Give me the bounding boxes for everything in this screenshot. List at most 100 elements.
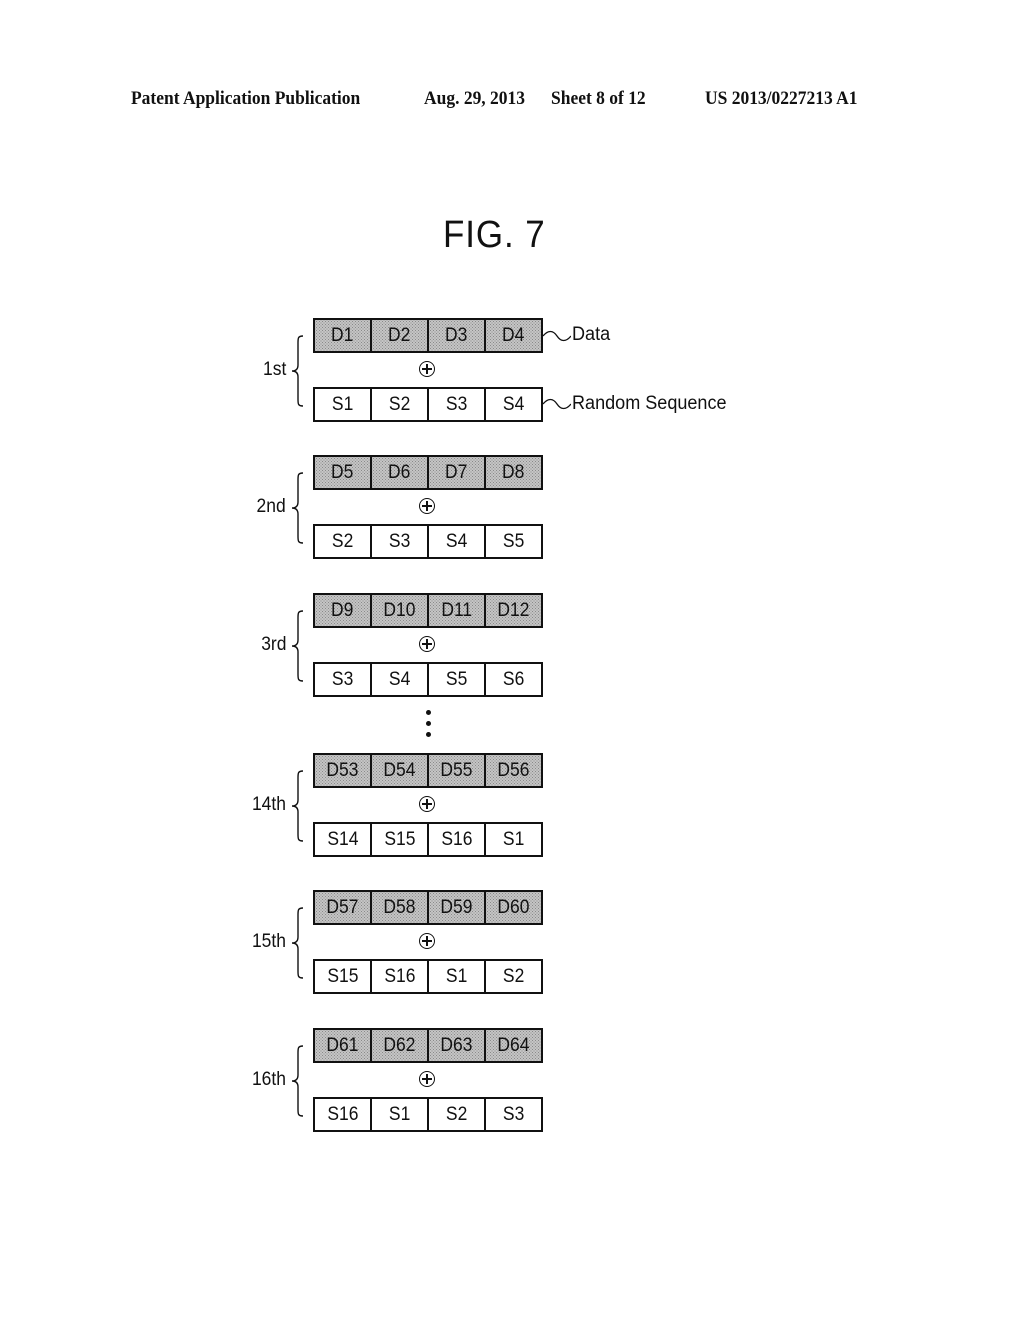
- sequence-cell: S2: [372, 389, 429, 420]
- round-label: 14th: [251, 794, 286, 815]
- data-leader-line: [543, 330, 571, 342]
- publication-type: Patent Application Publication: [131, 88, 361, 109]
- cell-label: S5: [502, 530, 525, 552]
- cell-label: S15: [383, 828, 416, 850]
- sequence-row: S14 S15 S16 S1: [313, 822, 543, 857]
- sequence-cell: S4: [429, 526, 486, 557]
- cell-label: D60: [497, 896, 530, 918]
- xor-circled-plus-icon: [419, 636, 435, 652]
- cell-label: S2: [388, 393, 411, 415]
- patent-header: Patent Application Publication Aug. 29, …: [0, 88, 1024, 114]
- cell-label: S3: [388, 530, 411, 552]
- cell-label: D61: [326, 1034, 359, 1056]
- xor-circled-plus-icon: [419, 361, 435, 377]
- sequence-cell: S14: [315, 824, 372, 855]
- cell-label: S3: [331, 668, 354, 690]
- cell-label: D6: [388, 461, 411, 483]
- cell-label: D3: [445, 324, 468, 346]
- sequence-cell: S3: [372, 526, 429, 557]
- cell-label: S5: [445, 668, 468, 690]
- data-cell: D56: [486, 755, 541, 786]
- sequence-leader-line: [543, 398, 571, 410]
- sequence-cell: S15: [315, 961, 372, 992]
- sequence-cell: S5: [429, 664, 486, 695]
- cell-label: S1: [388, 1103, 411, 1125]
- sequence-cell: S3: [315, 664, 372, 695]
- data-cell: D55: [429, 755, 486, 786]
- data-cell: D1: [315, 320, 372, 351]
- data-cell: D10: [372, 595, 429, 626]
- sequence-cell: S4: [486, 389, 541, 420]
- sequence-cell: S4: [372, 664, 429, 695]
- data-row: D57 D58 D59 D60: [313, 890, 543, 925]
- cell-label: D2: [388, 324, 411, 346]
- cell-label: D5: [331, 461, 354, 483]
- cell-label: S2: [445, 1103, 468, 1125]
- ellipsis-dot: [426, 710, 431, 715]
- data-cell: D9: [315, 595, 372, 626]
- round-label: 2nd: [256, 496, 286, 517]
- xor-circled-plus-icon: [419, 1071, 435, 1087]
- ellipsis-dot: [426, 721, 431, 726]
- cell-label: D11: [441, 599, 472, 621]
- sequence-cell: S1: [429, 961, 486, 992]
- sheet-number: Sheet 8 of 12: [551, 88, 646, 109]
- cell-label: S1: [331, 393, 354, 415]
- sequence-cell: S16: [372, 961, 429, 992]
- sequence-row: S1 S2 S3 S4: [313, 387, 543, 422]
- data-cell: D2: [372, 320, 429, 351]
- data-cell: D62: [372, 1030, 429, 1061]
- cell-label: S6: [502, 668, 525, 690]
- cell-label: D4: [502, 324, 525, 346]
- cell-label: D63: [440, 1034, 473, 1056]
- cell-label: S3: [445, 393, 468, 415]
- curly-brace-icon: [291, 610, 304, 682]
- cell-label: S4: [388, 668, 411, 690]
- data-row: D1 D2 D3 D4: [313, 318, 543, 353]
- cell-label: S2: [331, 530, 354, 552]
- data-cell: D3: [429, 320, 486, 351]
- data-cell: D6: [372, 457, 429, 488]
- cell-label: D55: [440, 759, 473, 781]
- sequence-cell: S5: [486, 526, 541, 557]
- cell-label: D1: [331, 324, 354, 346]
- publication-date: Aug. 29, 2013: [424, 88, 526, 109]
- cell-label: D12: [497, 599, 530, 621]
- cell-label: D62: [383, 1034, 416, 1056]
- data-row: D61 D62 D63 D64: [313, 1028, 543, 1063]
- cell-label: D8: [502, 461, 525, 483]
- xor-circled-plus-icon: [419, 498, 435, 514]
- cell-label: S15: [326, 965, 359, 987]
- data-cell: D63: [429, 1030, 486, 1061]
- cell-label: D54: [383, 759, 416, 781]
- data-cell: D57: [315, 892, 372, 923]
- data-cell: D54: [372, 755, 429, 786]
- cell-label: D57: [326, 896, 359, 918]
- sequence-cell: S3: [429, 389, 486, 420]
- sequence-cell: S2: [486, 961, 541, 992]
- curly-brace-icon: [291, 335, 304, 407]
- curly-brace-icon: [291, 472, 304, 544]
- cell-label: S4: [445, 530, 468, 552]
- cell-label: S1: [445, 965, 468, 987]
- cell-label: D9: [331, 599, 354, 621]
- data-cell: D64: [486, 1030, 541, 1061]
- sequence-row: S16 S1 S2 S3: [313, 1097, 543, 1132]
- cell-label: S16: [326, 1103, 359, 1125]
- sequence-cell: S15: [372, 824, 429, 855]
- data-cell: D58: [372, 892, 429, 923]
- cell-label: S2: [502, 965, 525, 987]
- sequence-cell: S2: [315, 526, 372, 557]
- cell-label: S3: [502, 1103, 525, 1125]
- round-label: 3rd: [260, 634, 286, 655]
- cell-label: D59: [440, 896, 473, 918]
- sequence-row: S2 S3 S4 S5: [313, 524, 543, 559]
- sequence-row: S15 S16 S1 S2: [313, 959, 543, 994]
- cell-label: D56: [497, 759, 530, 781]
- cell-label: D64: [497, 1034, 530, 1056]
- cell-label: S16: [383, 965, 416, 987]
- sequence-cell: S16: [315, 1099, 372, 1130]
- sequence-callout-label: Random Sequence: [572, 393, 727, 414]
- sequence-cell: S1: [372, 1099, 429, 1130]
- data-callout-label: Data: [572, 324, 611, 345]
